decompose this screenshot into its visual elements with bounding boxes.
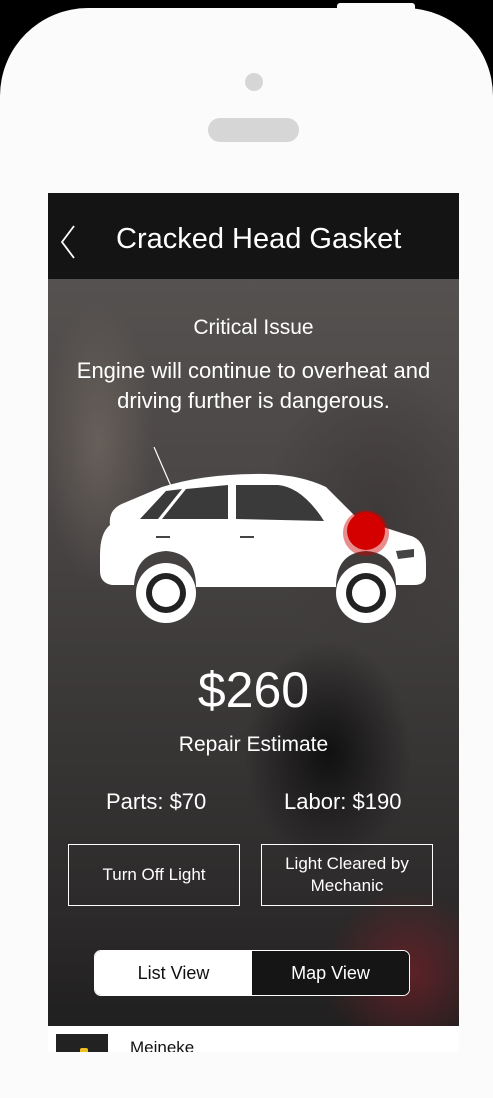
light-cleared-label: Light Cleared by Mechanic bbox=[285, 853, 409, 897]
labor-cost: Labor: $190 bbox=[284, 789, 402, 814]
back-button[interactable] bbox=[54, 223, 84, 261]
description-line-2: driving further is dangerous. bbox=[117, 388, 390, 413]
front-camera bbox=[245, 73, 263, 91]
car-diagram-icon bbox=[100, 447, 426, 623]
light-cleared-line-1: Light Cleared by bbox=[285, 854, 409, 873]
list-view-tab[interactable]: List View bbox=[95, 951, 252, 995]
severity-label: Critical Issue bbox=[193, 316, 314, 339]
map-view-tab[interactable]: Map View bbox=[252, 951, 409, 995]
chevron-left-icon bbox=[60, 225, 75, 259]
repair-estimate-label: Repair Estimate bbox=[178, 733, 329, 756]
issue-description: Engine will continue to overheat and dri… bbox=[48, 356, 459, 416]
light-cleared-button[interactable]: Light Cleared by Mechanic bbox=[261, 844, 433, 906]
page-title: Cracked Head Gasket bbox=[116, 223, 402, 255]
earpiece-speaker bbox=[208, 118, 299, 142]
shop-name: Meineke bbox=[130, 1038, 195, 1052]
turn-off-light-label: Turn Off Light bbox=[102, 865, 206, 884]
light-cleared-line-2: Mechanic bbox=[310, 876, 384, 895]
repair-price: $260 bbox=[197, 662, 310, 718]
shop-logo-icon bbox=[56, 1034, 108, 1052]
description-line-1: Engine will continue to overheat and bbox=[76, 358, 431, 383]
list-item[interactable]: Meineke bbox=[48, 1026, 459, 1052]
view-toggle: List View Map View bbox=[94, 950, 410, 996]
navigation-bar: Cracked Head Gasket bbox=[48, 193, 459, 279]
turn-off-light-button[interactable]: Turn Off Light bbox=[68, 844, 240, 906]
parts-cost: Parts: $70 bbox=[106, 789, 207, 814]
app-screen: Cracked Head Gasket Critical Issue Engin… bbox=[48, 193, 459, 1052]
